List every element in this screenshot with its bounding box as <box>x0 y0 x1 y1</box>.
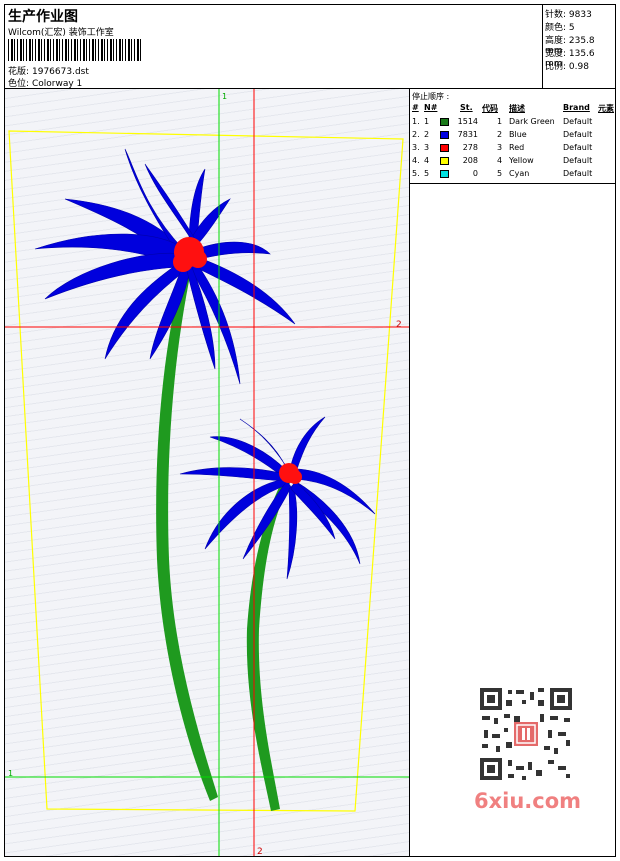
trunk-right <box>246 479 291 811</box>
page-title: 生产作业图 <box>8 9 78 25</box>
fronds-right <box>179 416 376 580</box>
table-row: 4. 4 208 4 Yellow Default <box>412 156 593 165</box>
col-index: # <box>412 103 419 112</box>
guide-v1-label: 1 <box>222 92 227 101</box>
header-info: 生产作业图 Wilcom(汇宏) 装饰工作室 花版: 1976673.dst 色位… <box>5 5 543 89</box>
embroidery-preview: 1 2 1 2 <box>5 89 409 856</box>
color-swatch <box>440 170 449 178</box>
col-n: N# <box>424 103 438 112</box>
table-row: 1. 1 1514 1 Dark Green Default <box>412 117 593 126</box>
color-swatch <box>440 144 449 152</box>
color-swatch <box>440 157 449 165</box>
col-code: 代码 <box>482 104 498 113</box>
fronds-left <box>34 148 296 385</box>
watermark-text: 6xiu.com <box>474 789 582 813</box>
stop-sequence-panel: 停止顺序 : # N# St. 代码 描述 Brand 元素 1. 1 1514… <box>410 89 615 189</box>
color-swatch <box>440 118 449 126</box>
col-stitches: St. <box>460 103 473 112</box>
color-swatch <box>440 131 449 139</box>
qr-pattern <box>478 686 574 782</box>
table-row: 2. 2 7831 2 Blue Default <box>412 130 593 139</box>
stat-colors: 颜色: 5 <box>545 23 575 33</box>
col-desc: 描述 <box>509 104 525 113</box>
qr-code <box>470 680 582 792</box>
guide-h2-label: 2 <box>396 320 402 330</box>
design-canvas[interactable]: 1 2 1 2 <box>5 89 410 856</box>
guide-h1-label: 1 <box>8 769 13 778</box>
stop-sequence-title: 停止顺序 : <box>412 92 450 101</box>
stat-scale: 比例: 0.98 <box>545 62 589 72</box>
barcode <box>8 39 142 61</box>
company-name: Wilcom(汇宏) 装饰工作室 <box>8 28 114 38</box>
colorway-label: 色位: <box>8 79 30 89</box>
colorway-line: 色位: Colorway 1 <box>8 76 82 89</box>
colorway-value: Colorway 1 <box>32 79 83 89</box>
table-row: 5. 5 0 5 Cyan Default <box>412 169 593 178</box>
guide-v2-label: 2 <box>257 847 263 856</box>
table-row: 3. 3 278 3 Red Default <box>412 143 593 152</box>
stop-sequence-divider <box>410 183 615 184</box>
col-brand: Brand <box>563 103 590 112</box>
stats-panel: 针数: 9833 颜色: 5 高度: 235.8 mm 宽度: 135.6 mm… <box>543 5 615 89</box>
col-element: 元素 <box>598 104 614 113</box>
stat-stitches: 针数: 9833 <box>545 10 592 20</box>
